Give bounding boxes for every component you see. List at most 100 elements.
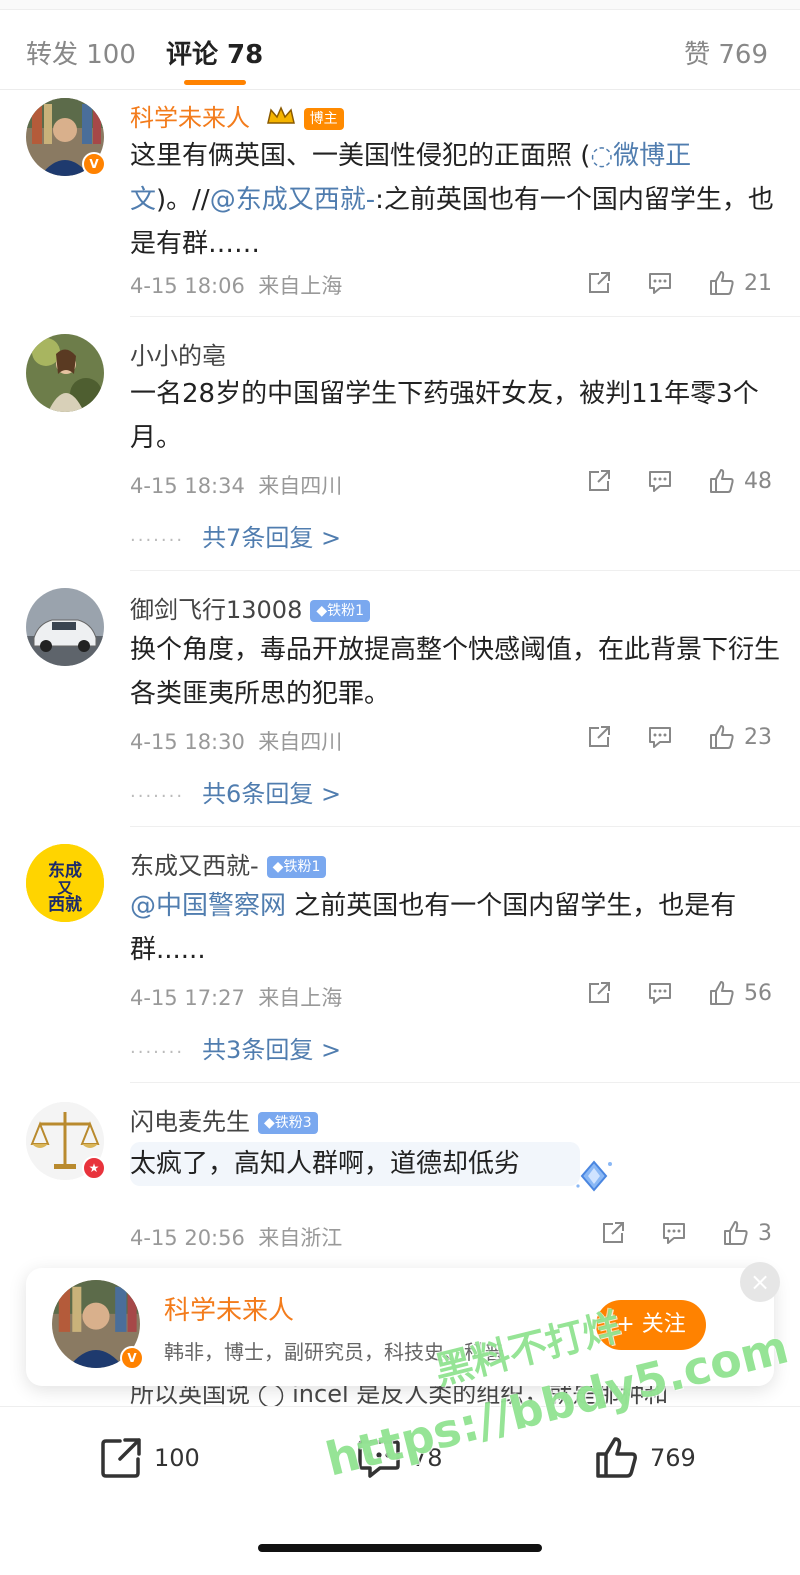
share-button[interactable]: [586, 270, 612, 296]
like-button[interactable]: 21: [708, 269, 772, 297]
comment-item: V 科学未来人 博主 这里有俩英国、一美国性侵犯的正面照 (◌微博正文)。//@…: [0, 90, 800, 318]
comment-username[interactable]: 小小的亳: [130, 336, 226, 371]
avatar[interactable]: 东成 又 西就: [26, 844, 104, 922]
verified-icon: ★: [82, 1156, 106, 1180]
close-icon: ×: [749, 1268, 771, 1296]
popup-username[interactable]: 科学未来人: [164, 1290, 294, 1327]
close-button[interactable]: ×: [740, 1262, 780, 1302]
like-count: 769: [650, 1444, 696, 1472]
divider: [130, 826, 800, 827]
author-badge: 博主: [303, 108, 344, 130]
reply-button[interactable]: [646, 980, 674, 1006]
divider: [130, 316, 800, 317]
comment-username[interactable]: 科学未来人 博主: [130, 98, 344, 133]
comment-item: 御剑飞行13008 ◆铁粉1 换个角度，毒品开放提高整个快感阈值，在此背景下衍生各…: [0, 572, 800, 828]
comment-meta: 4-15 18:30 来自四川: [130, 730, 343, 754]
comment-icon: [663, 1223, 685, 1244]
share-button[interactable]: [586, 468, 612, 494]
tab-comment[interactable]: 评论 78: [166, 34, 263, 71]
like-button[interactable]: 23: [708, 723, 772, 751]
share-icon: [589, 982, 610, 1003]
like-button[interactable]: 3: [722, 1219, 772, 1247]
like-count: 23: [744, 724, 772, 750]
svg-text:东成: 东成: [48, 860, 82, 881]
comment-item: 东成 又 西就 东成又西就- ◆铁粉1 @中国警察网 之前英国也有一个国内留学生，…: [0, 828, 800, 1084]
link-icon: ◌: [590, 141, 614, 171]
comment-icon: [358, 1440, 400, 1478]
thumbs-up-icon: [724, 1221, 748, 1245]
popup-description: 韩非，博士，副研究员，科技史、科普: [164, 1340, 504, 1364]
share-icon: [589, 726, 610, 747]
thumbs-up-icon: [710, 725, 734, 749]
sparkle-diamond-icon: [572, 1156, 616, 1200]
comment-meta: 4-15 18:34 来自四川: [130, 474, 343, 498]
comment-icon: [649, 471, 671, 492]
like-button[interactable]: 56: [708, 979, 772, 1007]
comment-icon: [649, 983, 671, 1004]
reply-button[interactable]: [646, 724, 674, 750]
mention-link[interactable]: @东成又西就-: [210, 185, 375, 215]
comment-username[interactable]: 闪电麦先生 ◆铁粉3: [130, 1102, 318, 1137]
comment-text: 换个角度，毒品开放提高整个快感阈值，在此背景下衍生各类匪夷所思的犯罪。: [130, 635, 781, 709]
thumbs-up-icon: [710, 271, 734, 295]
like-button[interactable]: 48: [708, 467, 772, 495]
comment-text: 一名28岁的中国留学生下药强奸女友，被判11年零3个月。: [130, 379, 759, 453]
share-icon: [589, 470, 610, 491]
verified-icon: V: [82, 152, 106, 176]
repost-button[interactable]: 100: [98, 1435, 200, 1481]
comment-button[interactable]: 78: [356, 1435, 443, 1481]
partial-comment-text: 所以英国说 ◯ incel 是反人类的组织，就是那种和: [130, 1386, 669, 1406]
fan-badge: ◆铁粉1: [310, 600, 371, 622]
view-replies-link[interactable]: ······· 共3条回复 >: [130, 1030, 341, 1065]
avatar[interactable]: [26, 334, 104, 412]
comment-count: 78: [412, 1444, 443, 1472]
comment-text: @中国警察网 之前英国也有一个国内留学生，也是有群......: [130, 891, 737, 965]
svg-text:西就: 西就: [48, 894, 82, 915]
follow-button[interactable]: + 关注: [596, 1300, 706, 1350]
fan-badge: ◆铁粉1: [266, 856, 327, 878]
thumbs-up-icon: [710, 981, 734, 1005]
tab-like[interactable]: 赞 769: [684, 34, 768, 71]
reply-button[interactable]: [646, 270, 674, 296]
share-button[interactable]: [586, 980, 612, 1006]
share-icon: [589, 272, 610, 293]
view-replies-link[interactable]: ······· 共6条回复 >: [130, 774, 341, 809]
dots-icon: ·······: [130, 530, 185, 551]
divider: [130, 570, 800, 571]
comment-username[interactable]: 御剑飞行13008 ◆铁粉1: [130, 590, 371, 625]
share-button[interactable]: [600, 1220, 626, 1246]
like-count: 21: [744, 270, 772, 296]
avatar[interactable]: [26, 588, 104, 666]
mention-link[interactable]: @中国警察网: [130, 891, 286, 921]
partial-comment: 所以英国说 ◯ incel 是反人类的组织，就是那种和: [0, 1386, 800, 1406]
dots-icon: ·······: [130, 1042, 185, 1063]
comment-actions: 3: [566, 1218, 772, 1248]
tab-active-indicator: [184, 80, 246, 85]
tab-repost[interactable]: 转发 100: [26, 34, 136, 71]
like-count: 3: [758, 1220, 772, 1246]
share-icon: [101, 1438, 141, 1478]
like-count: 56: [744, 980, 772, 1006]
reply-button[interactable]: [660, 1220, 688, 1246]
status-strip: [0, 0, 800, 10]
reply-button[interactable]: [646, 468, 674, 494]
comment-meta: 4-15 20:56 来自浙江: [130, 1226, 343, 1250]
comment-icon: [649, 727, 671, 748]
verified-icon: V: [120, 1346, 144, 1370]
like-count: 48: [744, 468, 772, 494]
share-icon: [603, 1222, 624, 1243]
diamond-icon: ◆: [316, 603, 328, 619]
comment-text: 太疯了，高知人群啊，道德却低劣: [130, 1142, 581, 1186]
thumbs-up-icon: [596, 1437, 637, 1478]
comment-item: ★ 闪电麦先生 ◆铁粉3 太疯了，高知人群啊，道德却低劣 4-15 20:56 来…: [0, 1084, 800, 1264]
comment-meta: 4-15 18:06 来自上海: [130, 274, 343, 298]
fan-badge: ◆铁粉3: [258, 1112, 318, 1134]
comment-username[interactable]: 东成又西就- ◆铁粉1: [130, 846, 327, 881]
view-replies-link[interactable]: ······· 共7条回复 >: [130, 518, 341, 553]
comment-icon: [649, 273, 671, 294]
diamond-icon: ◆: [272, 859, 284, 875]
comment-actions: 56: [552, 978, 772, 1008]
share-button[interactable]: [586, 724, 612, 750]
tab-bar: 转发 100 评论 78 赞 769: [0, 10, 800, 90]
like-button[interactable]: 769: [594, 1435, 696, 1481]
